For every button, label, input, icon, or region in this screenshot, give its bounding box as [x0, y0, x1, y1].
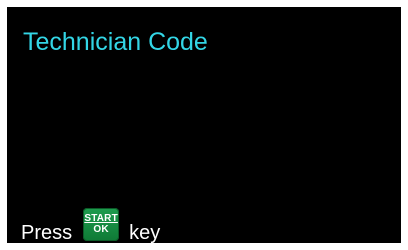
screen-title: Technician Code	[23, 28, 208, 56]
prompt-text-after: key	[129, 221, 161, 244]
start-key-label: START	[84, 213, 118, 224]
start-ok-key-icon[interactable]: START OK	[83, 207, 120, 241]
instruction-prompt: Press START OK key	[21, 207, 161, 244]
ok-key-label: OK	[93, 224, 109, 235]
display-screen: Technician Code Press START OK key	[7, 7, 401, 243]
prompt-text-before: Press	[21, 221, 73, 244]
